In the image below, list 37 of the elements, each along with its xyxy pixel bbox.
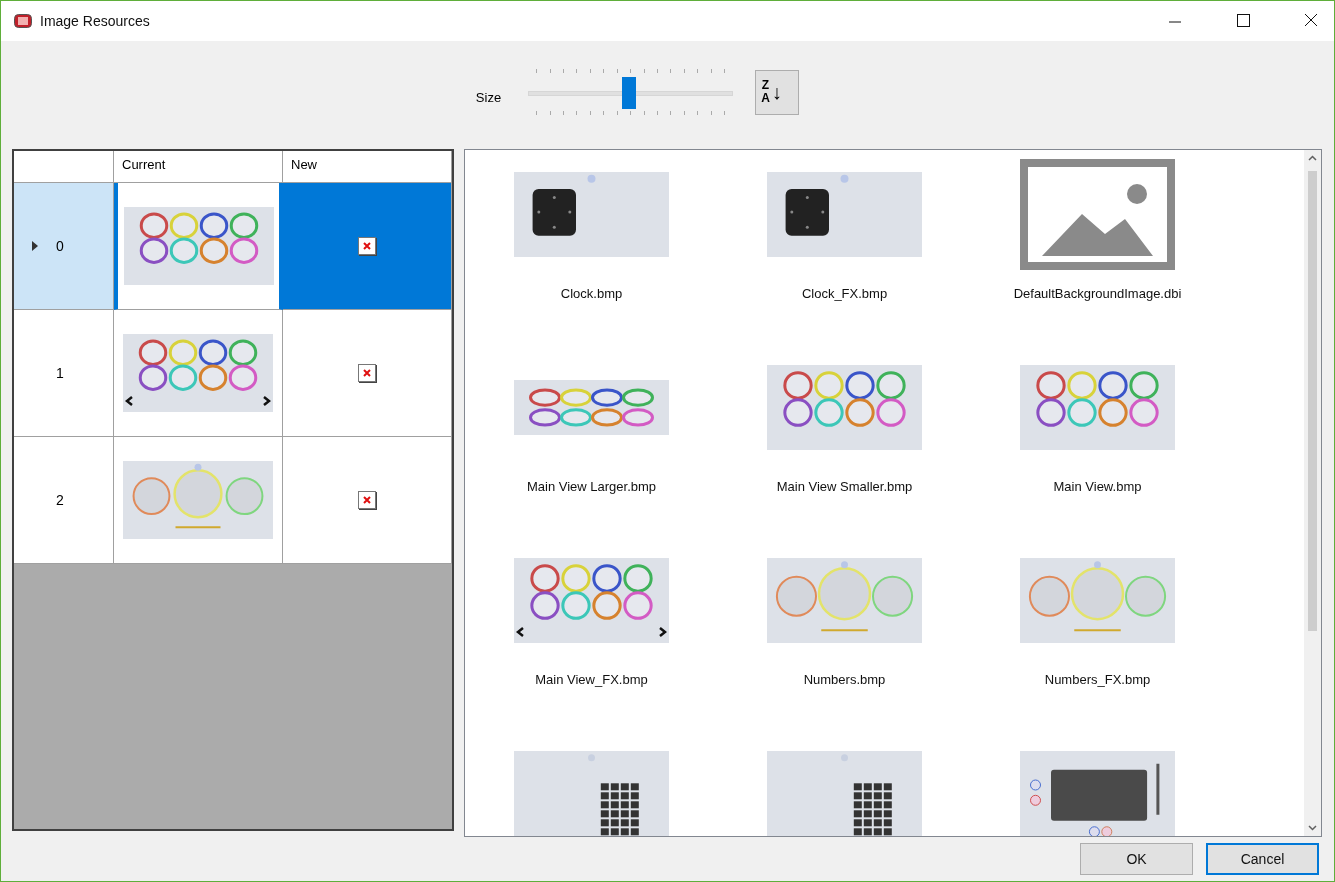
ok-button[interactable]: OK [1080, 843, 1193, 876]
slider-thumb[interactable] [621, 77, 636, 110]
app-icon [14, 13, 32, 28]
row-index: 1 [56, 365, 64, 382]
table-cell[interactable] [114, 183, 283, 311]
scrollbar-thumb[interactable] [1308, 171, 1317, 632]
file-name[interactable]: Main View_FX.bmp [535, 672, 648, 688]
broken-image-icon [358, 364, 376, 383]
cancel-button[interactable]: Cancel [1206, 843, 1319, 876]
file-name[interactable]: DefaultBackgroundImage.dbi [1013, 286, 1182, 302]
size-label: Size [475, 90, 502, 105]
table-cell[interactable] [283, 437, 452, 565]
row-header[interactable]: 1 [14, 310, 114, 438]
broken-image-icon [358, 237, 376, 256]
scrollbar[interactable] [1304, 150, 1321, 837]
size-slider[interactable] [528, 67, 734, 118]
row-header[interactable]: 2 [14, 437, 114, 565]
file-name[interactable]: Numbers_FX.bmp [1044, 672, 1151, 688]
row-header[interactable]: 0 [14, 183, 114, 311]
broken-image-icon [358, 491, 376, 510]
file-name[interactable]: Main View.bmp [1053, 479, 1142, 495]
current-row-icon [32, 241, 38, 252]
file-name[interactable]: Main View Smaller.bmp [776, 479, 913, 495]
table-cell[interactable] [114, 437, 283, 565]
column-header: New [283, 151, 452, 184]
file-name[interactable]: Clock_FX.bmp [801, 286, 888, 302]
file-name[interactable]: Numbers.bmp [803, 672, 886, 688]
image-placeholder-icon [1020, 158, 1175, 270]
row-index: 0 [56, 238, 64, 255]
file-name[interactable]: Main View Larger.bmp [526, 479, 657, 495]
table-cell[interactable] [283, 310, 452, 438]
file-name[interactable]: Clock.bmp [560, 286, 623, 302]
window-title: Image Resources [40, 12, 151, 29]
column-header: Current [114, 151, 283, 184]
row-index: 2 [56, 492, 64, 509]
table-cell[interactable] [114, 310, 283, 438]
table-cell[interactable] [283, 183, 452, 311]
